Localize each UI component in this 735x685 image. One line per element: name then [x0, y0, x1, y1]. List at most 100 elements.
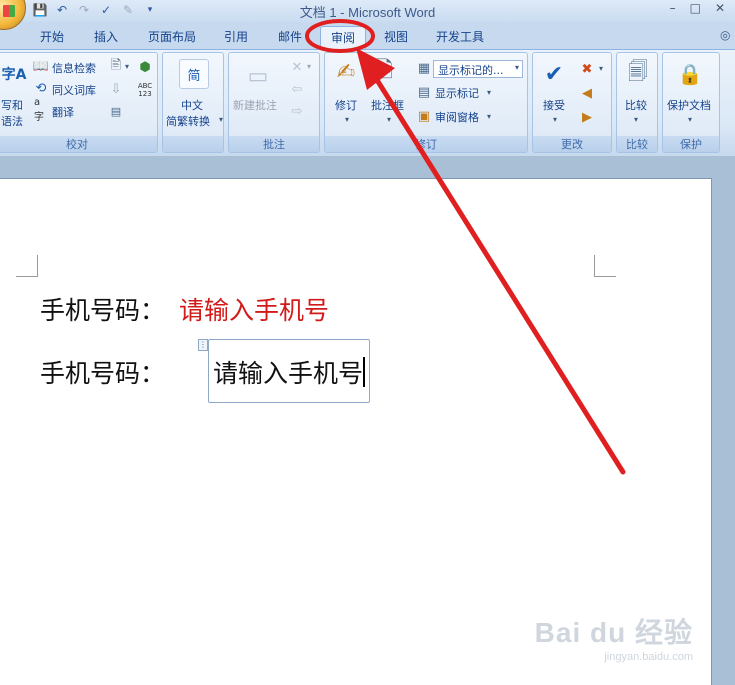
phone-field-2[interactable]: 请输入手机号 — [213, 359, 363, 388]
new-comment-button[interactable]: 新建批注 — [233, 97, 277, 113]
phone-field-1[interactable]: 请输入手机号 — [179, 296, 329, 325]
margin-corner-right — [594, 255, 616, 277]
watermark-brand: Bai du 经验 — [534, 617, 693, 648]
display-for-review-value: 显示标记的... — [438, 64, 504, 77]
reject-icon[interactable]: ✖ — [579, 61, 595, 77]
tab-page-layout[interactable]: 页面布局 — [146, 28, 198, 45]
tab-mailings[interactable]: 邮件 — [276, 28, 304, 45]
window-controls: – □ ✕ — [670, 1, 725, 15]
compare-caret-icon: ▾ — [634, 115, 639, 124]
document-line-2: 手机号码： — [40, 354, 165, 390]
balloons-caret-icon: ▾ — [387, 115, 392, 124]
select-caret-icon: ▾ — [514, 63, 519, 72]
group-changes: ✔ 接受 ▾ ✖ ▾ ◀ ▶ 更改 — [532, 52, 612, 153]
next-comment-icon[interactable]: ⇨ — [289, 103, 305, 119]
help-icon[interactable]: ◎ — [718, 28, 732, 42]
chinese-sublabel[interactable]: 简繁转换 — [166, 113, 210, 129]
ribbon: 字A 写和 语法 📖 信息检索 ⟲ 同义词库 a字 翻译 🖹 ▾ ⇩ ▤ ⬢ A… — [0, 49, 735, 156]
tab-review[interactable]: 审阅 — [320, 26, 367, 49]
reviewing-pane-button[interactable]: 审阅窗格 — [435, 109, 479, 125]
research-button[interactable]: 信息检索 — [52, 60, 96, 76]
group-proofing: 字A 写和 语法 📖 信息检索 ⟲ 同义词库 a字 翻译 🖹 ▾ ⇩ ▤ ⬢ A… — [0, 52, 158, 153]
track-changes-icon[interactable]: ✍ — [331, 57, 361, 87]
delete-comment-icon[interactable]: ✕ — [289, 59, 305, 75]
group-protect: 🔒 保护文档 ▾ 保护 — [662, 52, 720, 153]
group-label-chinese — [163, 136, 223, 152]
thesaurus-button[interactable]: 同义词库 — [52, 82, 96, 98]
previous-change-icon[interactable]: ◀ — [579, 85, 595, 101]
group-label-protect: 保护 — [663, 136, 719, 152]
group-label-tracking: 修订 — [325, 136, 527, 152]
language-caret-icon: ▾ — [125, 62, 130, 71]
ribbon-tabs: 开始 插入 页面布局 引用 邮件 审阅 视图 开发工具 ◎ — [0, 24, 735, 49]
chinese-label[interactable]: 中文 — [181, 97, 203, 113]
compare-button[interactable]: 比较 — [625, 97, 647, 113]
show-markup-icon: ▤ — [417, 84, 431, 100]
accept-icon[interactable]: ✔ — [539, 59, 569, 89]
chinese-caret-icon: ▾ — [219, 115, 224, 124]
compare-icon[interactable]: 🗐 — [623, 59, 653, 89]
reviewing-pane-icon: ▣ — [417, 108, 431, 124]
group-tracking: ✍ 修订 ▾ 🗎 批注框 ▾ ▦ 显示标记的... ▾ ▤ 显示标记 ▾ ▣ 审… — [324, 52, 528, 153]
abc-123-icon[interactable]: ABC 123 — [135, 81, 155, 99]
protect-document-button[interactable]: 保护文档 — [667, 97, 711, 113]
text-cursor — [363, 357, 366, 387]
maximize-button[interactable]: □ — [690, 1, 701, 15]
spelling-label-1: 写和 — [1, 99, 23, 112]
spelling-label-2: 语法 — [1, 115, 23, 128]
document-area: 手机号码： 请输入手机号 手机号码： ⋮ 请输入手机号 Bai du 经验 ji… — [0, 156, 735, 685]
spelling-grammar-icon[interactable]: 字A — [0, 59, 29, 89]
new-comment-icon[interactable]: ▭ — [243, 61, 273, 91]
track-changes-caret-icon: ▾ — [345, 115, 350, 124]
group-chinese: 简 中文 简繁转换 ▾ — [162, 52, 224, 153]
group-label-changes: 更改 — [533, 136, 611, 152]
accept-button[interactable]: 接受 — [543, 97, 565, 113]
tab-references[interactable]: 引用 — [222, 28, 250, 45]
margin-corner-left — [16, 255, 38, 277]
set-language-icon[interactable]: ⇩ — [107, 81, 125, 97]
protect-caret-icon: ▾ — [688, 115, 693, 124]
show-markup-caret-icon: ▾ — [487, 88, 492, 97]
group-label-comments: 批注 — [229, 136, 319, 152]
tab-view[interactable]: 视图 — [382, 28, 410, 45]
tab-developer[interactable]: 开发工具 — [434, 28, 486, 45]
tab-insert[interactable]: 插入 — [92, 28, 120, 45]
track-changes-button[interactable]: 修订 — [335, 97, 357, 113]
phone-label-2: 手机号码： — [40, 359, 166, 388]
balloons-icon[interactable]: 🗎 — [369, 57, 399, 87]
language-icon[interactable]: 🖹 — [107, 58, 125, 75]
reviewing-pane-caret-icon: ▾ — [487, 112, 492, 121]
previous-comment-icon[interactable]: ⇦ — [289, 81, 305, 97]
window-title: 文档 1 - Microsoft Word — [299, 5, 436, 20]
phone-label-1: 手机号码： — [40, 296, 166, 325]
group-compare: 🗐 比较 ▾ 比较 — [616, 52, 658, 153]
display-for-review-select[interactable]: 显示标记的... ▾ — [433, 60, 523, 78]
tab-home[interactable]: 开始 — [38, 28, 66, 45]
delete-comment-caret-icon: ▾ — [307, 62, 312, 71]
balloons-button[interactable]: 批注框 — [371, 97, 404, 113]
show-markup-button[interactable]: 显示标记 — [435, 85, 479, 101]
group-label-compare: 比较 — [617, 136, 657, 152]
translate-icon[interactable]: a字 — [34, 97, 48, 123]
document-page[interactable]: 手机号码： 请输入手机号 手机号码： ⋮ 请输入手机号 — [0, 178, 712, 685]
chinese-convert-icon[interactable]: 简 — [179, 59, 209, 89]
minimize-button[interactable]: – — [670, 1, 676, 15]
display-for-review-icon: ▦ — [417, 60, 431, 76]
group-comments: ▭ 新建批注 ✕ ▾ ⇦ ⇨ 批注 — [228, 52, 320, 153]
document-line-1: 手机号码： 请输入手机号 — [40, 291, 329, 327]
translate-button[interactable]: 翻译 — [52, 104, 74, 120]
accept-caret-icon: ▾ — [553, 115, 558, 124]
title-bar: 💾 ↶ ↷ ✓ ✎ ▾ 文档 1 - Microsoft Word – □ ✕ — [0, 0, 735, 30]
close-button[interactable]: ✕ — [715, 1, 725, 15]
word-count-icon[interactable]: ▤ — [107, 103, 125, 119]
reject-caret-icon: ▾ — [599, 64, 604, 73]
next-change-icon[interactable]: ▶ — [579, 109, 595, 125]
thesaurus-icon[interactable]: ⟲ — [34, 81, 48, 96]
protect-document-icon[interactable]: 🔒 — [675, 59, 705, 89]
phone-content-control[interactable]: 请输入手机号 — [208, 339, 371, 403]
research-icon[interactable]: 📖 — [33, 59, 49, 74]
watermark-url: jingyan.baidu.com — [604, 651, 693, 663]
group-label-proofing: 校对 — [0, 136, 157, 152]
content-control-handle-icon[interactable]: ⋮ — [198, 339, 208, 351]
check-document-icon[interactable]: ⬢ — [137, 59, 153, 75]
